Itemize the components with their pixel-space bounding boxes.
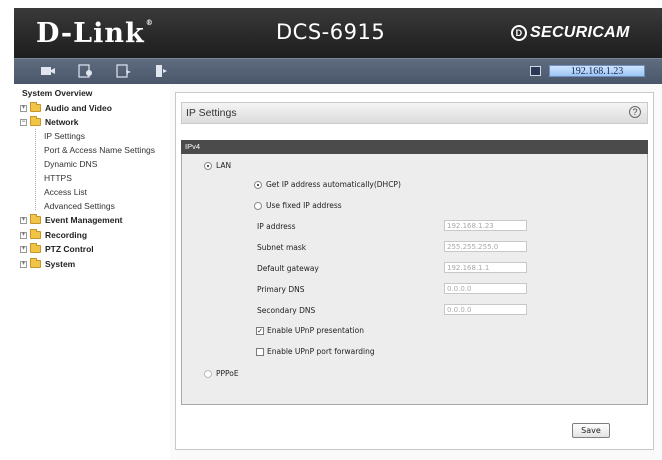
default-gateway-label: Default gateway	[257, 264, 319, 273]
logout-icon[interactable]	[154, 64, 170, 78]
folder-icon	[30, 102, 41, 112]
panel-title: IP Settings ?	[181, 102, 648, 124]
dhcp-option[interactable]: Get IP address automatically(DHCP)	[254, 180, 401, 189]
lan-radio[interactable]	[204, 161, 212, 170]
sidebar-item-ip-settings[interactable]: IP Settings	[44, 129, 85, 143]
ipv4-section: LAN Get IP address automatically(DHCP) U…	[181, 154, 648, 405]
header-bar: D-Link® DCS-6915 D SECURICAM	[14, 8, 662, 58]
lan-option[interactable]: LAN	[204, 161, 231, 170]
collapse-icon[interactable]: −	[20, 118, 27, 126]
sidebar-item-ptz-control[interactable]: + PTZ Control	[20, 242, 94, 256]
d-logo-icon: D	[511, 25, 527, 41]
folder-open-icon	[30, 116, 41, 126]
sidebar-item-system[interactable]: + System	[20, 257, 75, 271]
tree-connector	[35, 129, 36, 210]
sidebar-item-port-access[interactable]: Port & Access Name Settings	[44, 143, 155, 157]
folder-icon	[30, 258, 41, 268]
secondary-dns-input[interactable]	[444, 304, 527, 315]
folder-icon	[30, 229, 41, 239]
expand-icon[interactable]: +	[20, 104, 27, 112]
brand-logo: D-Link®	[36, 18, 154, 49]
toolbar: 192.168.1.23	[14, 58, 662, 84]
system-overview-link[interactable]: System Overview	[22, 88, 92, 98]
expand-icon[interactable]: +	[20, 216, 27, 224]
subnet-mask-label: Subnet mask	[257, 243, 307, 252]
main-content: IP Settings ? IPv4 LAN Get IP address au…	[170, 84, 662, 460]
sidebar-item-advanced-settings[interactable]: Advanced Settings	[44, 199, 115, 213]
save-button[interactable]: Save	[572, 423, 610, 438]
sidebar-item-recording[interactable]: + Recording	[20, 228, 87, 242]
secondary-dns-label: Secondary DNS	[257, 306, 316, 315]
expand-icon[interactable]: +	[20, 231, 27, 239]
fixed-ip-option[interactable]: Use fixed IP address	[254, 201, 342, 210]
primary-dns-label: Primary DNS	[257, 285, 305, 294]
folder-icon	[30, 214, 41, 224]
sidebar-item-audio-video[interactable]: + Audio and Video	[20, 101, 112, 115]
sidebar: System Overview + Audio and Video − Netw…	[14, 84, 169, 460]
expand-icon[interactable]: +	[20, 245, 27, 253]
setup-icon[interactable]	[116, 64, 132, 78]
sidebar-item-event-management[interactable]: + Event Management	[20, 213, 122, 227]
camera-web-ui: D-Link® DCS-6915 D SECURICAM 192.168.1.23…	[0, 0, 662, 460]
sidebar-item-dynamic-dns[interactable]: Dynamic DNS	[44, 157, 97, 171]
default-gateway-input[interactable]	[444, 262, 527, 273]
dhcp-radio[interactable]	[254, 180, 262, 189]
ip-address-label: IP address	[257, 222, 296, 231]
sidebar-item-https[interactable]: HTTPS	[44, 171, 72, 185]
ip-address-badge: 192.168.1.23	[549, 65, 645, 77]
sidebar-item-network[interactable]: − Network	[20, 115, 79, 129]
upnp-port-option[interactable]: Enable UPnP port forwarding	[256, 347, 375, 356]
ipv4-section-header: IPv4	[181, 140, 648, 154]
primary-dns-input[interactable]	[444, 283, 527, 294]
pppoe-radio[interactable]	[204, 369, 212, 378]
securicam-logo: D SECURICAM	[511, 24, 630, 42]
upnp-presentation-checkbox[interactable]: ✓	[256, 326, 264, 335]
camera-ip-display: 192.168.1.23	[530, 65, 645, 77]
upnp-presentation-option[interactable]: ✓ Enable UPnP presentation	[256, 326, 364, 335]
model-name: DCS-6915	[276, 20, 386, 44]
upnp-port-checkbox[interactable]	[256, 347, 264, 356]
help-icon[interactable]: ?	[629, 106, 641, 118]
ip-settings-panel: IP Settings ? IPv4 LAN Get IP address au…	[175, 92, 654, 450]
playback-icon[interactable]	[78, 64, 94, 78]
live-video-icon[interactable]	[40, 64, 56, 78]
pppoe-option[interactable]: PPPoE	[204, 369, 239, 378]
sidebar-item-access-list[interactable]: Access List	[44, 185, 87, 199]
ip-address-input[interactable]	[444, 220, 527, 231]
monitor-icon	[530, 66, 541, 76]
expand-icon[interactable]: +	[20, 260, 27, 268]
fixed-ip-radio[interactable]	[254, 201, 262, 210]
subnet-mask-input[interactable]	[444, 241, 527, 252]
folder-icon	[30, 243, 41, 253]
